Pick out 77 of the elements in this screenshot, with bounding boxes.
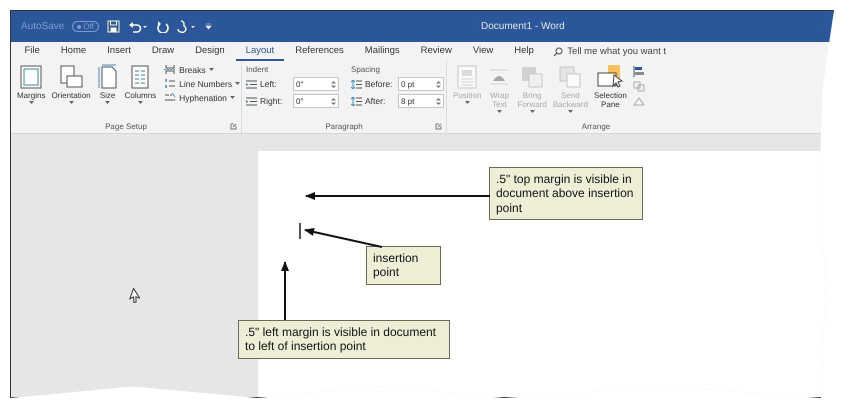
caret-icon [496,110,502,114]
callout-tooltip: .5" top margin is visible in document above insertion point [489,167,643,220]
orientation-button[interactable]: Orientation [49,64,93,119]
caret-icon [68,101,74,104]
caret-icon [464,101,470,104]
line-numbers-icon [164,78,176,89]
group-label: Arrange [582,122,610,130]
ribbon-tab[interactable]: Home [51,45,96,61]
page-break-icon [164,64,176,75]
selection-pane-button[interactable]: Selection Pane [592,64,629,119]
margins-button[interactable]: Margins [15,64,48,119]
selection-pane-icon [595,64,626,90]
columns-button[interactable]: Columns [122,64,158,119]
pages-icon [58,64,84,90]
undo-icon[interactable] [128,20,148,33]
caret-icon [568,110,573,114]
dialog-launcher-icon[interactable] [230,123,237,130]
indent-icon [246,80,257,88]
field-label: Right: [260,96,284,106]
line-numbers-button[interactable]: Line Numbers [164,78,240,89]
caret-icon [208,68,214,71]
group-label: Paragraph [325,122,363,130]
columns-icon [129,64,152,90]
spacing-icon [351,96,362,106]
field-label: Left: [260,79,278,89]
spin-field[interactable]: 0 pt [398,77,444,91]
caret-icon [530,110,535,114]
spacing-icon [351,80,362,88]
spinner-icon[interactable] [436,80,441,88]
callout-tooltip: insertion point [366,246,441,285]
hyphenation-icon [164,92,176,103]
spin-field[interactable]: 0" [293,94,339,108]
ribbon-tab[interactable]: Design [186,45,234,61]
layers-icon [519,64,546,90]
breaks-button[interactable]: Breaks [164,64,240,75]
caret-icon [235,82,240,85]
ribbon-tab[interactable]: Help [504,45,544,61]
field-label: After: [365,96,386,106]
caret-icon [28,101,34,104]
callout-tooltip: .5" left margin is visible in document to left of insertion point [238,320,450,359]
group-label: Page Setup [105,122,147,130]
field-label: Before: [365,79,394,89]
caret-icon [105,101,110,104]
align-icon[interactable] [632,66,645,77]
tell-me-field[interactable]: Tell me what you want t [553,46,666,61]
ribbon-tab[interactable]: Insert [98,45,140,61]
ribbon-tab[interactable]: Review [411,45,462,61]
spin-field[interactable]: 8 pt [398,94,444,108]
page-icon [455,64,480,90]
layers-icon [557,64,584,90]
ribbon-tab[interactable]: Mailings [355,45,410,61]
save-icon[interactable] [106,20,120,33]
ribbon-tab[interactable]: File [15,45,50,61]
margins-icon [19,64,44,90]
ribbon-tab[interactable]: Draw [142,45,184,61]
caret-icon [138,101,143,104]
autosave-label: AutoSave [21,21,64,32]
indent-icon [246,96,257,106]
search-icon [553,46,564,56]
window-title: Document1 - Word [481,21,565,32]
ribbon-tab[interactable]: View [463,45,503,61]
arrow [281,261,289,320]
ribbon-tab[interactable]: References [286,45,354,61]
customize-icon[interactable] [204,22,212,30]
spin-field[interactable]: 0" [293,77,339,91]
spacing-label: Spacing [351,65,381,74]
page-icon [96,64,119,90]
indent-label: Indent [246,65,270,74]
dialog-launcher-icon[interactable] [435,123,442,130]
spinner-icon[interactable] [331,96,336,106]
size-button[interactable]: Size [94,64,121,119]
pointer-icon [128,288,140,303]
spinner-icon[interactable] [436,96,441,106]
caret-icon [230,96,235,99]
hyphenation-button[interactable]: Hyphenation [164,92,240,103]
redo-icon[interactable] [156,20,169,33]
spinner-icon[interactable] [331,80,336,88]
